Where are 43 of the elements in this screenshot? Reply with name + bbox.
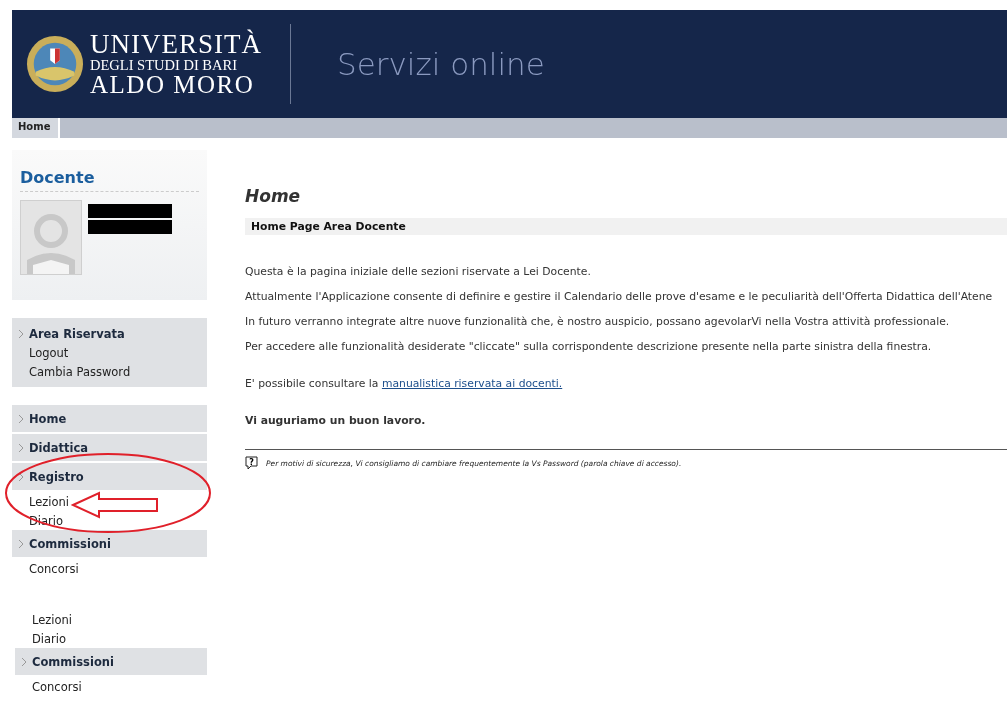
menu-section[interactable]: Area Riservata [12,324,207,343]
paragraph: In futuro verranno integrate altre nuove funzionalità che, è nostro auspicio, possano agevolarVi nella Vostra attività professionale. [245,315,951,328]
menu-item[interactable]: Concorsi [15,677,207,696]
menu-item[interactable]: Diario [15,629,207,648]
chevron-icon [18,413,24,424]
manual-link[interactable]: manualistica riservata ai docenti. [381,377,563,390]
university-seal-icon [26,35,84,93]
chevron-icon [18,471,24,482]
menu-section[interactable]: Commissioni [15,648,207,677]
help-icon: ? [245,456,258,470]
chevron-icon [18,328,24,339]
chevron-icon [18,538,24,549]
profile-title: Docente [20,168,199,192]
menu-section-label: Commissioni [29,536,111,551]
paragraph: E' possibile consultare la [245,377,379,390]
menu-section-label: Didattica [29,440,88,455]
site-title: Servizi online [337,46,545,82]
menu-section-label: Registro [29,469,84,484]
page-title: Home [245,186,302,206]
menu-item[interactable]: Cambia Password [12,362,207,381]
menu-section[interactable]: Registro [12,463,207,492]
paragraph: Attualmente l'Applicazione consente di definire e gestire il Calendario delle prove d'esame e le peculiarità dell'Offerta Didattica dell'Atene [245,290,994,303]
paragraph: Questa è la pagina iniziale delle sezioni riservate a Lei Docente. [245,265,592,278]
university-subtitle: DEGLI STUDI DI BARI [90,57,238,73]
menu-section[interactable]: Home [12,405,207,434]
section-header: Home Page Area Docente [245,218,1007,235]
menu-item[interactable]: Lezioni [15,610,207,629]
menu-section[interactable]: Commissioni [12,530,207,559]
chevron-icon [21,656,27,667]
breadcrumb-tab[interactable]: Home [12,118,61,138]
menu-section[interactable]: Didattica [12,434,207,463]
menu-section-label: Commissioni [32,654,114,669]
paragraph: Per accedere alle funzionalità desiderate "cliccate" sulla corrispondente descrizione presente nella parte sinistra della finestra. [245,340,933,353]
chevron-icon [18,442,24,453]
menu-item[interactable]: Concorsi [12,559,207,578]
menu-item[interactable]: Lezioni [12,492,207,511]
university-name: ALDO MORO [90,72,256,98]
menu-item[interactable]: Logout [12,343,207,362]
menu-section-label: Area Riservata [29,326,125,341]
menu-section-label: Home [29,411,67,426]
avatar-icon [20,200,82,275]
university-name: UNIVERSITÀ [90,30,262,58]
closing-text: Vi auguriamo un buon lavoro. [245,414,427,427]
